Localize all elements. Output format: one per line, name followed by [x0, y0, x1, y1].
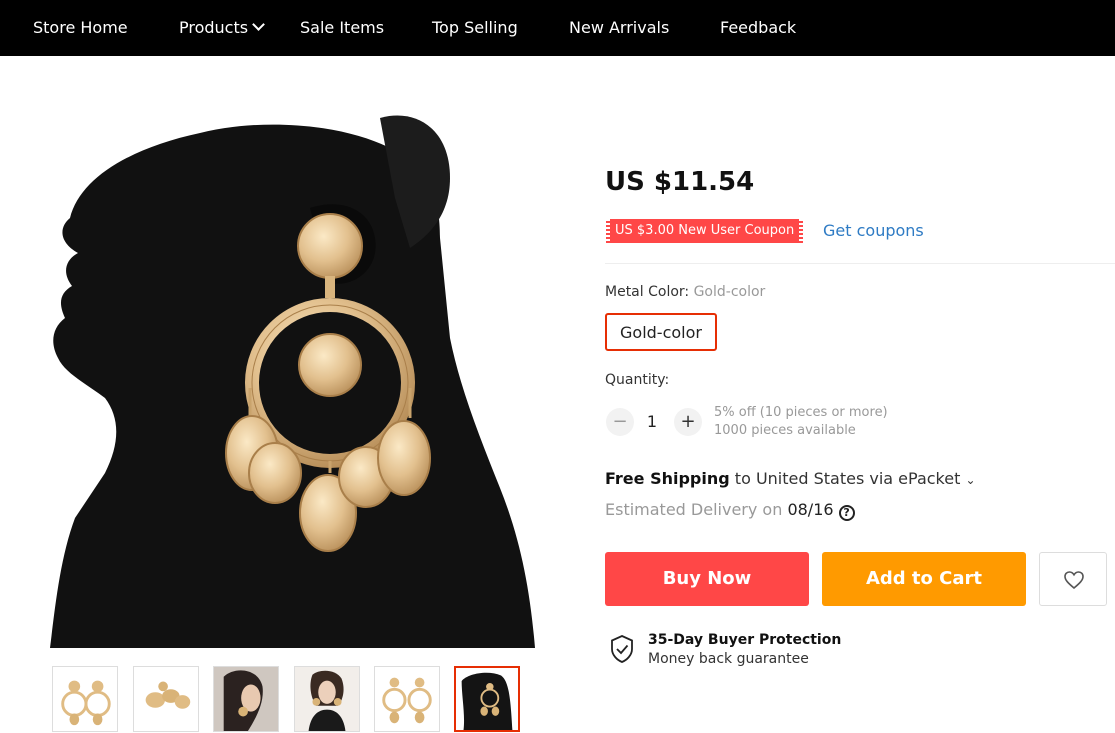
nav-products[interactable]: Products	[179, 0, 265, 56]
chevron-down-icon	[252, 18, 265, 31]
buy-now-button[interactable]: Buy Now	[605, 552, 809, 606]
thumbnail-1[interactable]	[52, 666, 118, 732]
quantity-value[interactable]: 1	[643, 412, 661, 431]
sku-option-gold-color[interactable]: Gold-color	[605, 313, 717, 351]
thumbnail-image	[214, 667, 278, 731]
nav-top-selling[interactable]: Top Selling	[432, 0, 518, 56]
product-price: US $11.54	[605, 167, 755, 197]
thumbnail-image	[295, 667, 359, 731]
nav-new-arrivals-label: New Arrivals	[569, 18, 670, 37]
wishlist-button[interactable]	[1039, 552, 1107, 606]
thumbnail-image	[456, 668, 518, 730]
buyer-protection-title: 35-Day Buyer Protection	[648, 632, 842, 648]
nav-top-selling-label: Top Selling	[432, 18, 518, 37]
shipping-destination: to United States via ePacket	[734, 469, 961, 488]
thumbnail-image	[53, 667, 117, 731]
coupon-badge-label: US $3.00 New User Coupon	[615, 223, 795, 238]
quantity-note: 5% off (10 pieces or more) 1000 pieces a…	[714, 404, 888, 440]
thumbnail-2[interactable]	[133, 666, 199, 732]
estimated-delivery-label: Estimated Delivery on	[605, 500, 783, 519]
nav-products-label: Products	[179, 18, 249, 37]
top-nav: Store Home Products Sale Items Top Selli…	[0, 0, 1115, 56]
nav-sale-items[interactable]: Sale Items	[300, 0, 384, 56]
stock-available-text: 1000 pieces available	[714, 423, 856, 438]
nav-feedback[interactable]: Feedback	[720, 0, 796, 56]
get-coupons-link[interactable]: Get coupons	[823, 219, 924, 243]
add-to-cart-button[interactable]: Add to Cart	[822, 552, 1026, 606]
divider	[605, 263, 1115, 264]
thumbnail-5[interactable]	[374, 666, 440, 732]
nav-store-home-label: Store Home	[33, 18, 128, 37]
quantity-increase-button[interactable]: +	[674, 408, 702, 436]
free-shipping-label: Free Shipping	[605, 469, 730, 488]
sku-selected-value: Gold-color	[693, 284, 766, 300]
estimated-delivery: Estimated Delivery on 08/16?	[605, 500, 855, 521]
nav-sale-items-label: Sale Items	[300, 18, 385, 37]
thumbnail-4[interactable]	[294, 666, 360, 732]
chevron-down-icon: ⌄	[965, 473, 976, 487]
sku-title-label: Metal Color:	[605, 284, 690, 300]
shipping-info: Free Shipping to United States via ePack…	[605, 469, 976, 488]
thumbnail-image	[375, 667, 439, 731]
thumbnail-image	[134, 667, 198, 731]
estimated-delivery-date: 08/16	[787, 500, 834, 519]
buyer-protection-subtitle: Money back guarantee	[648, 651, 809, 667]
nav-feedback-label: Feedback	[720, 18, 797, 37]
quantity-decrease-button[interactable]: −	[606, 408, 634, 436]
thumbnail-3[interactable]	[213, 666, 279, 732]
help-icon[interactable]: ?	[838, 505, 855, 521]
shield-check-icon	[611, 635, 633, 663]
sku-option-label: Gold-color	[620, 323, 702, 342]
nav-store-home[interactable]: Store Home	[33, 0, 128, 56]
sku-property-title: Metal Color: Gold-color	[605, 284, 765, 300]
quantity-title: Quantity:	[605, 372, 670, 388]
main-product-image[interactable]	[10, 88, 566, 648]
thumbnail-6-active[interactable]	[454, 666, 520, 732]
shipping-method-dropdown[interactable]: to United States via ePacket ⌄	[735, 469, 976, 488]
nav-new-arrivals[interactable]: New Arrivals	[569, 0, 669, 56]
earring-on-mannequin-image	[10, 88, 566, 648]
heart-icon	[1064, 571, 1084, 590]
new-user-coupon-badge[interactable]: US $3.00 New User Coupon	[606, 219, 804, 243]
bulk-discount-text: 5% off (10 pieces or more)	[714, 405, 888, 420]
